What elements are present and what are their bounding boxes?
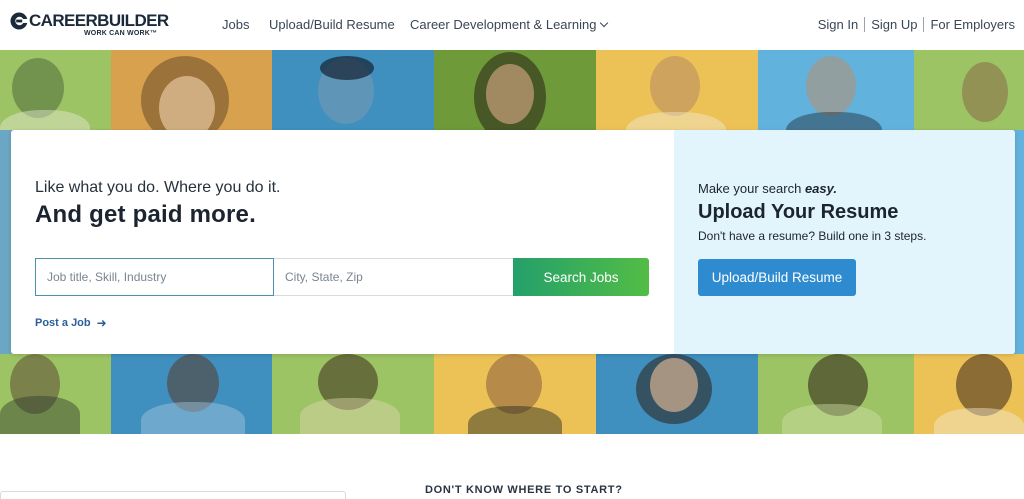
hero-tagline: Like what you do. Where you do it. xyxy=(35,179,281,196)
hero-headline: And get paid more. xyxy=(35,201,256,228)
sign-up-link[interactable]: Sign Up xyxy=(871,17,917,32)
photo-tile xyxy=(434,50,596,130)
nav-divider xyxy=(923,17,925,32)
nav-upload-build-resume[interactable]: Upload/Build Resume xyxy=(269,17,395,32)
post-a-job-label: Post a Job xyxy=(35,317,91,329)
search-jobs-button[interactable]: Search Jobs xyxy=(513,258,649,296)
upload-resume-subtitle: Don't have a resume? Build one in 3 step… xyxy=(698,229,927,243)
photo-tile xyxy=(914,50,1024,130)
search-panel: Like what you do. Where you do it. And g… xyxy=(11,130,674,354)
job-search-card: Like what you do. Where you do it. And g… xyxy=(11,130,1015,354)
nav-career-label: Career Development & Learning xyxy=(410,17,597,32)
photo-tile xyxy=(596,50,758,130)
account-nav: Sign In Sign Up For Employers xyxy=(818,17,1015,32)
logo-wordmark: CAREERBUILDER xyxy=(29,11,169,30)
photo-tile xyxy=(272,50,434,130)
site-header: CAREERBUILDER WORK CAN WORK™ Jobs Upload… xyxy=(0,0,1024,50)
for-employers-link[interactable]: For Employers xyxy=(930,17,1015,32)
upload-build-resume-button[interactable]: Upload/Build Resume xyxy=(698,259,856,296)
upload-resume-title: Upload Your Resume xyxy=(698,201,899,223)
photo-tile xyxy=(758,50,914,130)
post-a-job-link[interactable]: Post a Job ➜ xyxy=(35,316,107,330)
make-search-label: Make your search xyxy=(698,181,802,196)
arrow-right-icon: ➜ xyxy=(96,316,107,330)
job-keyword-input[interactable] xyxy=(35,258,274,296)
careerbuilder-logo-icon xyxy=(10,12,28,30)
photo-tile xyxy=(111,50,272,130)
sign-in-link[interactable]: Sign In xyxy=(818,17,858,32)
nav-career-development[interactable]: Career Development & Learning xyxy=(410,17,609,32)
nav-jobs[interactable]: Jobs xyxy=(222,17,249,32)
bottom-search-input[interactable] xyxy=(0,491,346,499)
easy-emphasis: easy. xyxy=(804,181,838,196)
upload-resume-panel: Make your search easy. Upload Your Resum… xyxy=(674,130,1015,354)
photo-tile xyxy=(0,50,111,130)
make-search-easy-text: Make your search easy. xyxy=(698,181,837,196)
photo-tile xyxy=(758,354,914,434)
nav-divider xyxy=(864,17,866,32)
chevron-down-icon xyxy=(600,18,609,28)
photo-tile xyxy=(596,354,758,434)
photo-tile xyxy=(914,354,1024,434)
photo-tile xyxy=(111,354,272,434)
logo-tagline: WORK CAN WORK™ xyxy=(84,30,158,37)
photo-tile xyxy=(272,354,434,434)
photo-tile xyxy=(434,354,596,434)
location-input[interactable] xyxy=(274,258,514,296)
photo-tile xyxy=(0,354,111,434)
dont-know-heading: DON'T KNOW WHERE TO START? xyxy=(425,484,623,496)
careerbuilder-logo[interactable]: CAREERBUILDER WORK CAN WORK™ xyxy=(10,11,170,41)
